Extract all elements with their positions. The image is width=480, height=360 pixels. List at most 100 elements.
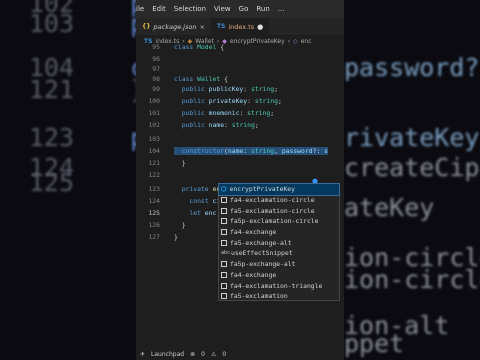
line-number: 125 [148,209,160,217]
suggestion-item[interactable]: fa4-exclamation-circle [219,195,339,206]
line-number: 122 [148,171,160,179]
menu-item-run[interactable]: Run [256,5,269,13]
suggestion-item[interactable]: fa4-exclamation-triangle [219,280,339,291]
line-text[interactable]: class Model { [174,43,224,51]
suggestion-label[interactable]: encryptPrivateKey [230,185,295,193]
text-icon: abc [221,250,231,257]
menu-item-selection[interactable]: Selection [174,5,206,13]
code-line[interactable]: 104 constructor(name: string, password?:… [136,145,344,157]
background-line-number: 125 [28,168,74,197]
line-number: 124 [148,197,160,205]
suggestion-item[interactable]: fa5-exclamation-circle [219,205,339,216]
method-icon: ⬡ [221,185,227,194]
snippet-icon [221,261,227,268]
suggestion-label[interactable]: fa4-exclamation-triangle [230,282,322,290]
snippet-icon [221,293,227,300]
code-line[interactable]: 102 public name: string; [136,119,344,131]
line-text[interactable]: } [174,233,178,241]
launchpad-label[interactable]: Launchpad [151,351,184,358]
suggestion-label[interactable]: fa5-exchange-alt [230,239,292,247]
snippet-icon [221,229,227,236]
code-line[interactable]: 121 } [136,157,344,169]
background-code-fragment: ppet [344,329,405,358]
suggestion-label[interactable]: fa5p-exchange-alt [230,260,295,268]
line-number: 99 [152,85,160,93]
code-line[interactable]: 99 public publicKey: string; [136,83,344,95]
warning-count[interactable]: 0 [222,351,226,358]
suggestion-item[interactable]: fa5-exchange-alt [219,237,339,248]
error-count[interactable]: 0 [201,351,205,358]
background-code-line: 121 } [0,72,145,108]
tab-bar: {} package.json × TS index.ts ● [136,18,344,35]
background-code-fragment: createCipheriv [344,153,480,182]
background-code-fragment: ateKey [344,193,435,222]
json-icon: {} [142,23,151,30]
code-line[interactable]: 103 [136,133,344,145]
line-text[interactable]: } [174,221,186,229]
tab-label[interactable]: index.ts [228,23,254,31]
line-text[interactable]: public publicKey: string; [174,85,278,93]
line-number: 103 [148,135,160,143]
suggestion-item[interactable]: fa5-exclamation [219,291,339,302]
menu-item-ile[interactable]: ile [136,5,144,13]
launchpad-icon[interactable]: ✈ [140,351,145,358]
snippet-icon [221,197,227,204]
tab-label[interactable]: package.json [154,23,197,31]
suggestion-label[interactable]: fa5-exclamation-circle [230,207,315,215]
status-bar: ✈ Launchpad ⊗ 0 ⚠ 0 [136,348,344,360]
suggestion-label[interactable]: fa4-exchange [230,271,276,279]
snippet-icon [221,207,227,214]
line-number: 123 [148,185,160,193]
line-number: 102 [148,121,160,129]
suggestion-label[interactable]: fa5p-exclamation-circle [230,217,319,225]
line-number: 121 [148,159,160,167]
background-line-number: 121 [28,75,74,104]
menu-item-[interactable]: ... [278,5,285,13]
code-line[interactable]: 95 class Model { [136,41,344,53]
error-icon[interactable]: ⊗ [190,351,195,358]
line-text[interactable]: public privateKey: string; [174,97,282,105]
suggestion-item[interactable]: fa5p-exclamation-circle [219,216,339,227]
line-number: 100 [148,97,160,105]
line-text[interactable]: } [174,159,186,167]
autocomplete-suggestion-list[interactable]: ⬡ encryptPrivateKey fa4-exclamation-circle… [218,183,340,301]
line-number: 101 [148,109,160,117]
tab-index-ts[interactable]: TS index.ts ● [210,18,270,35]
line-text[interactable]: constructor(name: string, password?: s [174,147,329,155]
suggestion-label[interactable]: fa5-exclamation [230,292,288,300]
snippet-icon [221,271,227,278]
close-icon[interactable]: × [199,23,204,31]
line-text[interactable]: class Wallet { [174,75,228,83]
line-text[interactable]: let enc [174,209,216,217]
line-number: 95 [152,43,160,51]
editor-window: ile Edit Selection View Go Run... {} package.j… [136,0,344,360]
ts-icon: TS [216,23,226,30]
background-code-fragment: ion-circle [344,265,480,294]
menu-item-go[interactable]: Go [239,5,249,13]
tab-package-json[interactable]: {} package.json × [136,18,211,35]
menu-item-view[interactable]: View [214,5,231,13]
suggestion-label[interactable]: useEffectSnippet [231,249,293,257]
suggestion-label[interactable]: fa4-exchange [230,228,276,236]
line-number: 126 [148,221,160,229]
background-line-number: 103 [28,9,74,38]
line-text[interactable]: public name: string; [174,121,259,129]
suggestion-item[interactable]: fa5p-exchange-alt [219,259,339,270]
snippet-icon [221,239,227,246]
suggestion-item[interactable]: fa4-exchange [219,227,339,238]
line-number: 127 [148,233,160,241]
line-number: 104 [148,147,160,155]
suggestion-item[interactable]: ⬡ encryptPrivateKey [218,183,340,196]
line-text[interactable]: public mnemonic: string; [174,109,274,117]
menu-item-edit[interactable]: Edit [152,5,166,13]
warning-icon[interactable]: ⚠ [211,351,216,358]
background-code-fragment: password?: s [344,53,480,82]
snippet-icon [221,282,227,289]
code-line[interactable]: 101 public mnemonic: string; [136,107,344,119]
suggestion-item[interactable]: abc useEffectSnippet [219,248,339,259]
code-line[interactable]: 100 public privateKey: string; [136,95,344,107]
suggestion-item[interactable]: fa4-exchange [219,270,339,281]
menu-bar: ile Edit Selection View Go Run... [136,0,344,18]
suggestion-label[interactable]: fa4-exclamation-circle [230,196,315,204]
unsaved-dot-icon[interactable]: ● [257,23,263,31]
